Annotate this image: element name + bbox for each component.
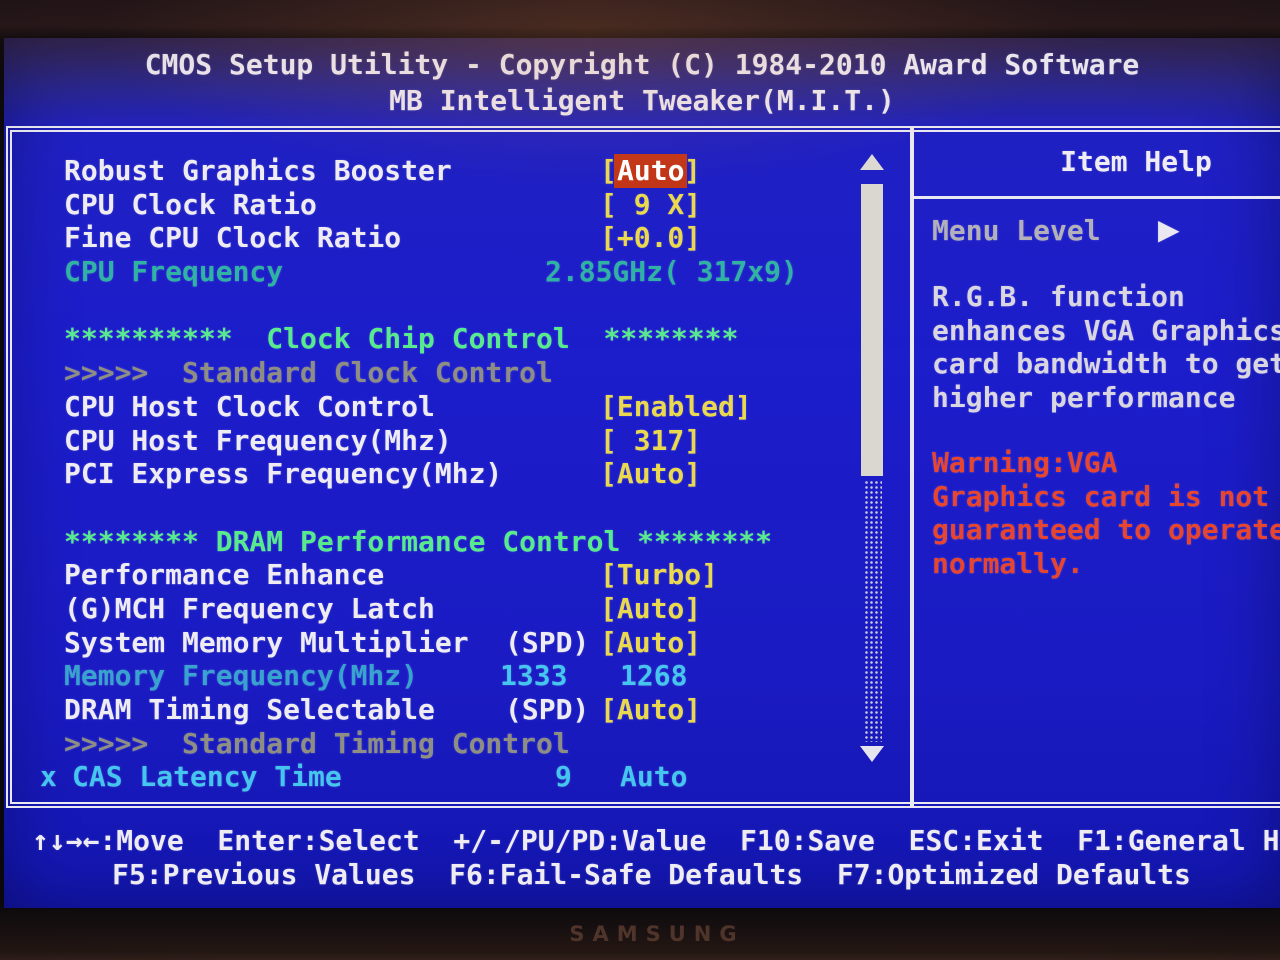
item-help-title: Item Help: [914, 128, 1280, 199]
item-label: PCI Express Frequency(Mhz): [64, 457, 503, 491]
menu-row-option[interactable]: Fine CPU Clock Ratio [+0.0]: [8, 221, 908, 255]
item-value: 1333: [500, 659, 568, 693]
item-value[interactable]: [Auto]: [600, 693, 701, 727]
menu-section-header: ******** DRAM Performance Control ******…: [8, 525, 908, 559]
scrollbar-track[interactable]: [864, 480, 882, 742]
item-label: CPU Host Clock Control: [64, 389, 435, 423]
bios-screen: CMOS Setup Utility - Copyright (C) 1984-…: [4, 38, 1280, 908]
menu-row-option[interactable]: PCI Express Frequency(Mhz) [Auto]: [8, 457, 908, 491]
item-label: (G)MCH Frequency Latch: [64, 591, 435, 625]
item-value: 1268: [620, 659, 688, 693]
item-value[interactable]: [ 317]: [600, 424, 701, 458]
key-legend-row2: F5:Previous Values F6:Fail-Safe Defaults…: [112, 858, 1191, 891]
selected-value[interactable]: Auto: [614, 154, 688, 188]
item-value: 2.85GHz( 317x9): [545, 255, 798, 289]
bios-subtitle: MB Intelligent Tweaker(M.I.T.): [389, 84, 895, 117]
item-value[interactable]: [+0.0]: [600, 221, 701, 255]
menu-level-arrow-icon: ▶: [1158, 213, 1180, 246]
key-legend-row1: ↑↓→←:Move Enter:Select +/-/PU/PD:Value F…: [32, 824, 1280, 857]
item-label: Fine CPU Clock Ratio: [64, 221, 402, 255]
submenu-title: >>>>> Standard Timing Control: [64, 726, 570, 760]
help-description-line: R.G.B. function: [932, 280, 1185, 313]
item-value[interactable]: [Auto]: [600, 457, 701, 491]
menu-row-option[interactable]: System Memory Multiplier (SPD) [Auto]: [8, 626, 908, 660]
submenu-title: >>>>> Standard Clock Control: [64, 356, 553, 390]
monitor-brand-logo: SAMSUNG: [569, 922, 745, 946]
menu-row-option[interactable]: Performance Enhance [Turbo]: [8, 558, 908, 592]
item-label: CPU Clock Ratio: [64, 187, 317, 221]
auto-flag: x: [40, 760, 57, 794]
help-description-line: higher performance: [932, 381, 1236, 415]
menu-row-info: CPU Frequency 2.85GHz( 317x9): [8, 255, 908, 289]
item-value[interactable]: [Turbo]: [600, 558, 718, 592]
menu-row-option[interactable]: CPU Host Clock Control [Enabled]: [8, 390, 908, 424]
item-help-panel: Item Help Menu Level ▶ R.G.B. function en…: [910, 128, 1280, 806]
item-label: Memory Frequency(Mhz): [64, 659, 419, 693]
section-title: ******** DRAM Performance Control ******…: [64, 524, 773, 558]
help-warning: Warning:VGA Graphics card is not guarantee…: [932, 446, 1280, 581]
item-value: 9: [555, 760, 572, 794]
menu-row-option[interactable]: CPU Clock Ratio [ 9 X]: [8, 188, 908, 222]
help-description-line: enhances VGA Graphics: [932, 313, 1280, 347]
menu-row-option[interactable]: (G)MCH Frequency Latch [Auto]: [8, 592, 908, 626]
help-warning-line: Graphics card is not: [932, 479, 1270, 513]
monitor-photo: CMOS Setup Utility - Copyright (C) 1984-…: [0, 0, 1280, 960]
bios-main-frame: Robust Graphics Booster[Auto] CPU Clock R…: [6, 126, 1280, 808]
help-warning-line: Warning:VGA: [932, 446, 1118, 479]
menu-submenu-label: >>>>> Standard Clock Control: [8, 356, 908, 390]
item-label: Robust Graphics Booster: [64, 154, 452, 187]
menu-row-option[interactable]: Robust Graphics Booster[Auto]: [8, 154, 908, 188]
item-label: CPU Frequency: [64, 255, 284, 289]
scrollbar-thumb[interactable]: [861, 184, 883, 476]
help-description: R.G.B. function enhances VGA Graphics card…: [932, 280, 1280, 415]
scrollbar-up-icon[interactable]: [860, 154, 884, 170]
scrollbar-down-icon[interactable]: [860, 746, 884, 762]
help-description-line: card bandwidth to get: [932, 347, 1280, 381]
menu-row-info: x CAS Latency Time 9 Auto: [8, 760, 908, 794]
item-label: Performance Enhance: [64, 558, 385, 592]
menu-level-label: Menu Level: [932, 214, 1101, 247]
section-title: ********** Clock Chip Control ********: [64, 322, 739, 356]
item-value[interactable]: (SPD): [505, 626, 589, 660]
item-value: Auto: [620, 760, 688, 794]
menu-row-blank: [8, 289, 908, 323]
menu-row-info: Memory Frequency(Mhz) 1333 1268: [8, 659, 908, 693]
item-label: System Memory Multiplier: [64, 625, 469, 659]
item-value[interactable]: [Auto]: [600, 626, 701, 660]
help-warning-line: normally.: [932, 547, 1084, 581]
item-label: CAS Latency Time: [72, 760, 342, 794]
menu-row-option[interactable]: DRAM Timing Selectable (SPD) [Auto]: [8, 693, 908, 727]
item-value[interactable]: [ 9 X]: [600, 188, 701, 222]
menu-level-row: Menu Level ▶: [932, 213, 1280, 248]
item-value[interactable]: ]: [684, 154, 701, 188]
menu-row-blank: [8, 491, 908, 525]
menu-row-option[interactable]: CPU Host Frequency(Mhz) [ 317]: [8, 424, 908, 458]
item-value[interactable]: [Enabled]: [600, 390, 752, 424]
item-label: CPU Host Frequency(Mhz): [64, 423, 452, 457]
menu-rows: Robust Graphics Booster[Auto] CPU Clock R…: [8, 154, 908, 794]
menu-section-header: ********** Clock Chip Control ********: [8, 322, 908, 356]
bios-title: CMOS Setup Utility - Copyright (C) 1984-…: [144, 48, 1140, 81]
item-label: DRAM Timing Selectable: [64, 693, 435, 726]
help-warning-line: guaranteed to operate: [932, 513, 1280, 547]
item-value[interactable]: [Auto]: [600, 592, 701, 626]
menu-submenu-label: >>>>> Standard Timing Control: [8, 727, 908, 761]
item-value[interactable]: (SPD): [505, 693, 589, 727]
